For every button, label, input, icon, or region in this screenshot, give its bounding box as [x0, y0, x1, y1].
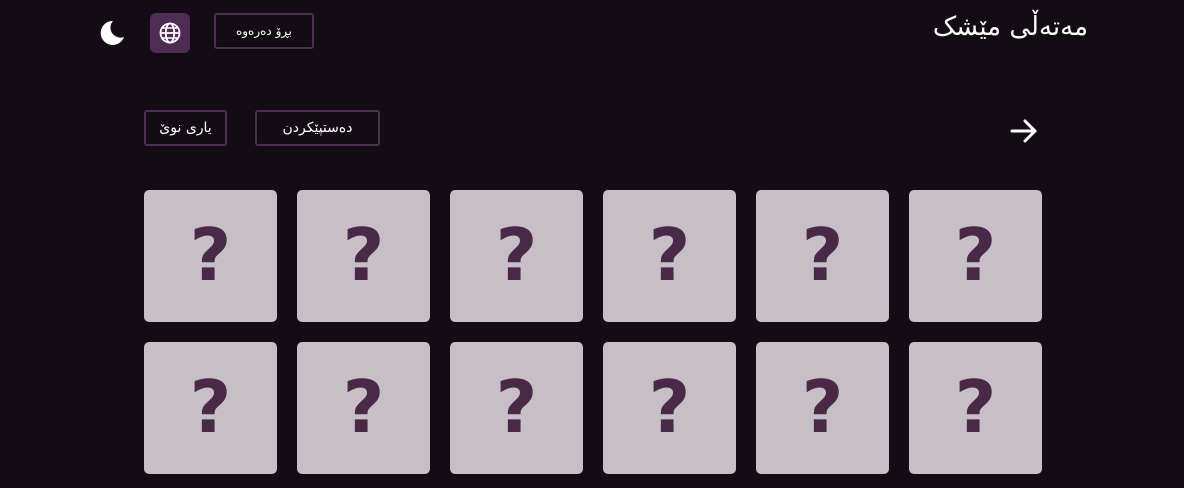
question-mark-icon: ? — [954, 213, 997, 297]
memory-card[interactable]: ? — [297, 342, 430, 474]
question-mark-icon: ? — [801, 213, 844, 297]
question-mark-icon: ? — [495, 365, 538, 449]
question-mark-icon: ? — [189, 365, 232, 449]
question-mark-icon: ? — [342, 213, 385, 297]
card-grid: ???????????? — [144, 190, 1042, 474]
memory-card[interactable]: ? — [603, 342, 736, 474]
memory-card[interactable]: ? — [450, 342, 583, 474]
question-mark-icon: ? — [648, 213, 691, 297]
memory-card[interactable]: ? — [450, 190, 583, 322]
memory-card[interactable]: ? — [909, 190, 1042, 322]
question-mark-icon: ? — [189, 213, 232, 297]
globe-icon — [159, 22, 181, 44]
language-button[interactable] — [150, 13, 190, 53]
memory-card[interactable]: ? — [756, 342, 889, 474]
question-mark-icon: ? — [801, 365, 844, 449]
start-button[interactable]: دەستپێکردن — [255, 110, 380, 146]
exit-button[interactable]: بڕۆ دەرەوە — [214, 13, 314, 49]
memory-card[interactable]: ? — [756, 190, 889, 322]
memory-game-page: بڕۆ دەرەوە مەتەڵی مێشک یاری نوێ دەستپێکر… — [0, 0, 1184, 488]
question-mark-icon: ? — [648, 365, 691, 449]
app-title: مەتەڵی مێشک — [932, 12, 1088, 42]
memory-card[interactable]: ? — [603, 190, 736, 322]
memory-card[interactable]: ? — [909, 342, 1042, 474]
arrow-right-icon[interactable] — [1008, 115, 1040, 147]
question-mark-icon: ? — [342, 365, 385, 449]
moon-icon[interactable] — [96, 18, 126, 48]
memory-card[interactable]: ? — [144, 190, 277, 322]
memory-card[interactable]: ? — [297, 190, 430, 322]
question-mark-icon: ? — [954, 365, 997, 449]
new-game-button[interactable]: یاری نوێ — [144, 110, 227, 146]
memory-card[interactable]: ? — [144, 342, 277, 474]
question-mark-icon: ? — [495, 213, 538, 297]
